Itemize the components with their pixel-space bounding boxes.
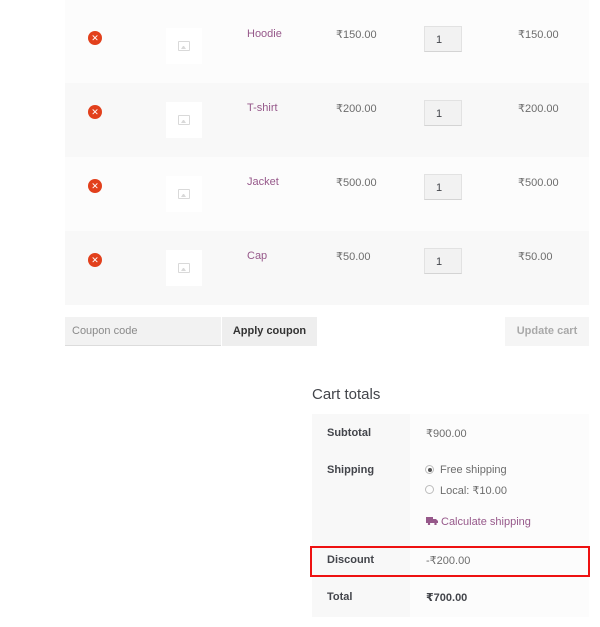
quantity-input[interactable]: 1 [424, 100, 462, 126]
product-thumbnail[interactable] [166, 28, 202, 64]
quantity-input[interactable]: 1 [424, 26, 462, 52]
cart-totals-title: Cart totals [312, 386, 381, 403]
discount-label: Discount [327, 554, 375, 566]
product-price: ₹150.00 [336, 29, 377, 41]
quantity-input[interactable]: 1 [424, 174, 462, 200]
cart-row: ✕ Jacket ₹500.00 1 ₹500.00 [65, 157, 589, 231]
calculate-shipping-label[interactable]: Calculate shipping [441, 516, 531, 528]
calculate-shipping-link[interactable]: Calculate shipping [426, 516, 531, 528]
shipping-row: Shipping Free shipping Local: ₹10.00 Cal… [312, 451, 589, 544]
product-price: ₹50.00 [336, 251, 371, 263]
remove-item-icon[interactable]: ✕ [88, 31, 102, 45]
subtotal-label: Subtotal [327, 427, 371, 439]
remove-item-icon[interactable]: ✕ [88, 105, 102, 119]
product-name-link[interactable]: Cap [247, 250, 267, 262]
local-shipping-radio[interactable] [425, 485, 434, 494]
free-shipping-label[interactable]: Free shipping [440, 464, 507, 476]
product-subtotal: ₹150.00 [518, 29, 559, 41]
remove-item-icon[interactable]: ✕ [88, 253, 102, 267]
cart-row: ✕ Hoodie ₹150.00 1 ₹150.00 [65, 0, 589, 74]
cart-table: ✕ Hoodie ₹150.00 1 ₹150.00 ✕ T-shirt ₹20… [65, 0, 589, 305]
cart-row: ✕ T-shirt ₹200.00 1 ₹200.00 [65, 83, 589, 157]
quantity-input[interactable]: 1 [424, 248, 462, 274]
product-subtotal: ₹50.00 [518, 251, 553, 263]
image-placeholder-icon [178, 115, 190, 125]
subtotal-value: ₹900.00 [426, 428, 467, 440]
truck-icon [426, 517, 438, 525]
update-cart-button[interactable]: Update cart [505, 317, 589, 346]
discount-row: Discount -₹200.00 [312, 544, 589, 581]
remove-item-icon[interactable]: ✕ [88, 179, 102, 193]
product-name-link[interactable]: Hoodie [247, 28, 282, 40]
product-subtotal: ₹500.00 [518, 177, 559, 189]
discount-value: -₹200.00 [426, 555, 471, 567]
image-placeholder-icon [178, 41, 190, 51]
product-subtotal: ₹200.00 [518, 103, 559, 115]
coupon-code-input[interactable]: Coupon code [65, 317, 221, 346]
product-price: ₹200.00 [336, 103, 377, 115]
free-shipping-radio[interactable] [425, 465, 434, 474]
cart-row: ✕ Cap ₹50.00 1 ₹50.00 [65, 231, 589, 305]
product-price: ₹500.00 [336, 177, 377, 189]
total-label: Total [327, 591, 353, 603]
product-thumbnail[interactable] [166, 176, 202, 212]
subtotal-row: Subtotal ₹900.00 [312, 414, 589, 451]
product-name-link[interactable]: Jacket [247, 176, 279, 188]
shipping-label: Shipping [327, 464, 375, 476]
image-placeholder-icon [178, 263, 190, 273]
image-placeholder-icon [178, 189, 190, 199]
product-thumbnail[interactable] [166, 102, 202, 138]
total-row: Total ₹700.00 [312, 581, 589, 617]
total-value: ₹700.00 [426, 592, 468, 604]
local-shipping-label[interactable]: Local: ₹10.00 [440, 484, 507, 497]
product-thumbnail[interactable] [166, 250, 202, 286]
product-name-link[interactable]: T-shirt [247, 102, 278, 114]
apply-coupon-button[interactable]: Apply coupon [222, 317, 317, 346]
